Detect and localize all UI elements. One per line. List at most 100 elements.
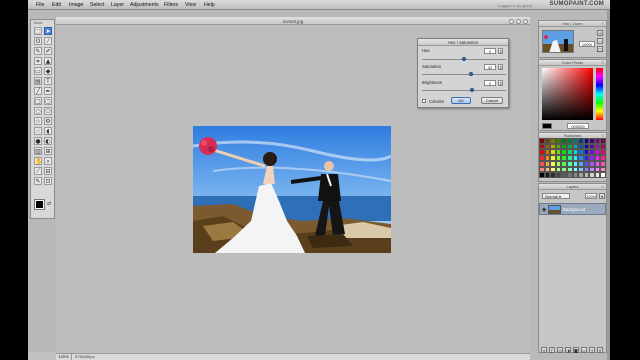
zoom-level[interactable]: 100% bbox=[56, 354, 72, 360]
zoom-in-icon[interactable]: + bbox=[597, 30, 603, 36]
eraser-tool[interactable]: ▭ bbox=[34, 67, 42, 75]
swap-colors-icon[interactable]: ⇄ bbox=[47, 201, 51, 207]
shape-tool[interactable]: ⚙ bbox=[44, 117, 52, 125]
document-title: sunset.jpg bbox=[282, 18, 304, 24]
login-status[interactable]: Logged in as guest bbox=[498, 3, 532, 8]
wand-tool[interactable]: ⁄ bbox=[44, 37, 52, 45]
new-layer-icon[interactable]: + bbox=[589, 347, 595, 353]
fill-tool[interactable]: ◆ bbox=[44, 67, 52, 75]
panel-scrollbar[interactable] bbox=[607, 10, 610, 360]
eraser-icon: ▭ bbox=[35, 68, 41, 75]
saturation-stepper[interactable]: ⇕ bbox=[498, 64, 503, 70]
menu-filters[interactable]: Filters bbox=[164, 2, 178, 8]
minimize-icon[interactable] bbox=[509, 18, 514, 24]
zoom-out-icon[interactable]: − bbox=[597, 38, 603, 44]
rectangle-tool[interactable]: □ bbox=[34, 97, 42, 105]
navigator-thumbnail[interactable] bbox=[542, 30, 574, 53]
mask-icon[interactable]: ◎ bbox=[557, 347, 563, 353]
menu-adjustments[interactable]: Adjustments bbox=[130, 2, 159, 8]
menu-layer[interactable]: Layer bbox=[111, 2, 124, 8]
ok-button[interactable]: OK bbox=[451, 97, 471, 104]
color-picker-header[interactable]: Color Picker ≡ bbox=[539, 60, 606, 66]
burn-tool[interactable]: ◐ bbox=[44, 137, 52, 145]
fit-view-icon[interactable]: □ bbox=[597, 46, 603, 52]
eyedropper-tool[interactable]: ⁄ bbox=[34, 167, 42, 175]
saturation-input[interactable]: 32 bbox=[484, 64, 496, 70]
hue-strip[interactable] bbox=[596, 68, 603, 120]
colorize-checkbox[interactable] bbox=[422, 99, 426, 103]
color-field[interactable] bbox=[542, 68, 593, 120]
brightness-slider-track[interactable] bbox=[422, 90, 506, 91]
brightness-input[interactable]: 0 bbox=[484, 80, 496, 86]
camera-icon[interactable]: ◙ bbox=[573, 347, 579, 353]
folder-icon[interactable]: ▭ bbox=[581, 347, 587, 353]
brush-tool[interactable]: ✐ bbox=[44, 47, 52, 55]
blend-mode-select[interactable]: Normal ▾ bbox=[542, 193, 570, 199]
zoom-tool[interactable]: ⌕ bbox=[44, 157, 52, 165]
smudge-tool[interactable]: ☝ bbox=[34, 127, 42, 135]
layer-style-icon[interactable]: ƒ bbox=[549, 347, 555, 353]
document-titlebar[interactable]: sunset.jpg bbox=[56, 17, 530, 25]
close-icon[interactable] bbox=[523, 18, 528, 24]
brightness-stepper[interactable]: ⇕ bbox=[498, 80, 503, 86]
trash-icon[interactable]: ✕ bbox=[597, 347, 603, 353]
hue-slider-knob[interactable] bbox=[462, 57, 466, 61]
drop-icon: ◖ bbox=[46, 128, 50, 135]
cancel-button[interactable]: Cancel bbox=[481, 97, 503, 104]
panel-menu-icon[interactable]: ≡ bbox=[602, 60, 604, 66]
rounded-rect-tool[interactable]: ▢ bbox=[44, 97, 52, 105]
image-canvas[interactable] bbox=[193, 126, 391, 253]
saturation-slider-knob[interactable] bbox=[468, 72, 473, 76]
warp-tool[interactable]: ✎ bbox=[34, 177, 42, 185]
layers-header[interactable]: Layers ≡ bbox=[539, 184, 606, 190]
info-panel-header[interactable]: Info / Zoom ≡ bbox=[539, 21, 606, 27]
panel-menu-icon[interactable]: ≡ bbox=[602, 184, 604, 190]
menu-file[interactable]: File bbox=[36, 2, 44, 8]
measure-tool[interactable]: ⊟ bbox=[44, 167, 52, 175]
dodge-tool[interactable]: ● bbox=[34, 137, 42, 145]
clone-tool[interactable]: ⊞ bbox=[44, 147, 52, 155]
brightness-slider-knob[interactable] bbox=[470, 88, 475, 92]
line-tool[interactable]: ╱ bbox=[34, 87, 42, 95]
cursor-icon: ➤ bbox=[45, 28, 51, 35]
swatch[interactable] bbox=[600, 172, 606, 178]
menu-edit[interactable]: Edit bbox=[52, 2, 61, 8]
hue-stepper[interactable]: ⇕ bbox=[498, 48, 503, 54]
crop-tool[interactable]: ⌗ bbox=[34, 57, 42, 65]
menu-help[interactable]: Help bbox=[204, 2, 215, 8]
sponge-tool[interactable]: ▥ bbox=[34, 147, 42, 155]
swatch-grid[interactable] bbox=[539, 138, 606, 178]
text-tool[interactable]: T bbox=[44, 77, 52, 85]
move-tool[interactable]: ➤ bbox=[44, 27, 52, 35]
menu-view[interactable]: View bbox=[185, 2, 196, 8]
pen-tool[interactable]: ✒ bbox=[44, 87, 52, 95]
lasso-tool[interactable]: ʘ bbox=[34, 37, 42, 45]
adjustment-icon[interactable]: ◑ bbox=[565, 347, 571, 353]
saturation-slider-track[interactable] bbox=[422, 74, 506, 75]
panel-menu-icon[interactable]: ≡ bbox=[602, 21, 604, 27]
current-color-swatch[interactable] bbox=[542, 123, 552, 129]
marquee-tool[interactable]: ⬚ bbox=[34, 27, 42, 35]
opacity-stepper-icon[interactable]: ▾ bbox=[599, 193, 605, 199]
stamp-tool[interactable]: ▲ bbox=[44, 57, 52, 65]
hue-input[interactable]: 0 bbox=[484, 48, 496, 54]
opacity-input[interactable]: 100% bbox=[585, 193, 597, 199]
hand-tool[interactable]: ✋ bbox=[34, 157, 42, 165]
star-tool[interactable]: ☆ bbox=[34, 117, 42, 125]
symmetry-tool[interactable]: ⊡ bbox=[44, 177, 52, 185]
foreground-color-swatch[interactable] bbox=[34, 199, 45, 210]
hex-input[interactable]: 000000 bbox=[567, 123, 589, 129]
gradient-tool[interactable]: ▤ bbox=[34, 77, 42, 85]
layer-row-background[interactable]: ◉ Background bbox=[539, 203, 606, 215]
polygon-tool[interactable]: ⬠ bbox=[44, 107, 52, 115]
maximize-icon[interactable] bbox=[516, 18, 521, 24]
ellipse-tool[interactable]: ○ bbox=[34, 107, 42, 115]
dialog-titlebar[interactable]: Hue / Saturation bbox=[418, 39, 508, 46]
blur-tool[interactable]: ◖ bbox=[44, 127, 52, 135]
zoom-input[interactable]: 100% bbox=[579, 41, 595, 47]
pencil-tool[interactable]: ✎ bbox=[34, 47, 42, 55]
link-layers-icon[interactable]: ∞ bbox=[541, 347, 547, 353]
eye-icon[interactable]: ◉ bbox=[542, 207, 546, 213]
menu-select[interactable]: Select bbox=[90, 2, 104, 8]
menu-image[interactable]: Image bbox=[69, 2, 83, 8]
